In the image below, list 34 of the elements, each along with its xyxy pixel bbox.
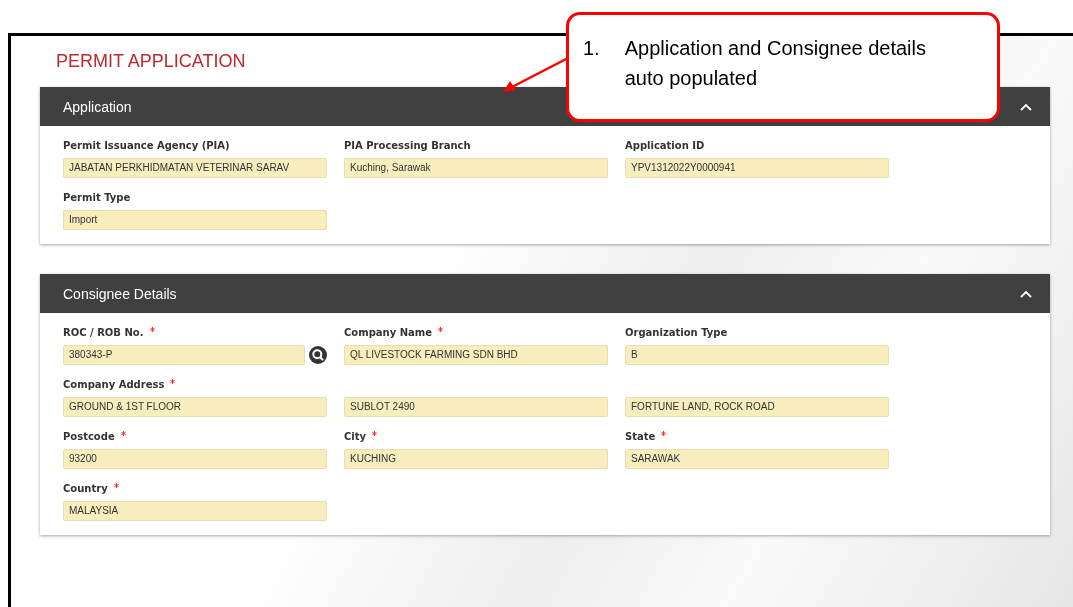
chevron-icon[interactable] (1020, 289, 1032, 298)
text-field[interactable]: Kuching, Sarawak (344, 158, 608, 178)
field-label: Company Name (344, 326, 432, 340)
text-field[interactable]: FORTUNE LAND, ROCK ROAD (625, 397, 889, 417)
section-title: Application (63, 98, 132, 115)
field-label: City (344, 430, 367, 444)
text-field[interactable]: 380343-P (63, 345, 305, 365)
text-field[interactable]: SARAWAK (625, 449, 889, 469)
text-field[interactable]: MALAYSIA (63, 501, 327, 521)
search-icon[interactable] (309, 346, 327, 364)
field-label: Permit Type (63, 191, 131, 205)
page-title: PERMIT APPLICATION (56, 50, 246, 73)
field-label: ROC / ROB No. (63, 326, 144, 340)
text-field[interactable]: KUCHING (344, 449, 608, 469)
field-label: Company Address (63, 378, 165, 392)
text-field[interactable]: YPV1312022Y0000941 (625, 158, 889, 178)
text-field[interactable]: JABATAN PERKHIDMATAN VETERINAR SARAV (63, 158, 327, 178)
field-label: Application ID (625, 139, 705, 153)
text-field[interactable]: Import (63, 210, 327, 230)
text-field[interactable]: 93200 (63, 449, 327, 469)
callout-text: Application and Consignee details auto populated (624, 36, 927, 91)
text-field[interactable]: B (625, 345, 889, 365)
field-label: Permit Issuance Agency (PIA) (63, 139, 230, 153)
callout-number: 1. (583, 36, 600, 61)
text-field[interactable]: GROUND & 1ST FLOOR (63, 397, 327, 417)
field-label: Country (63, 482, 108, 496)
section-title: Consignee Details (63, 285, 177, 302)
text-field[interactable]: SUBLOT 2490 (344, 397, 608, 417)
field-label: PIA Processing Branch (344, 139, 471, 153)
field-label: Postcode (63, 430, 115, 444)
chevron-icon[interactable] (1020, 102, 1032, 111)
text-field[interactable]: QL LIVESTOCK FARMING SDN BHD (344, 345, 608, 365)
field-label: Organization Type (625, 326, 728, 340)
field-label: State (625, 430, 656, 444)
